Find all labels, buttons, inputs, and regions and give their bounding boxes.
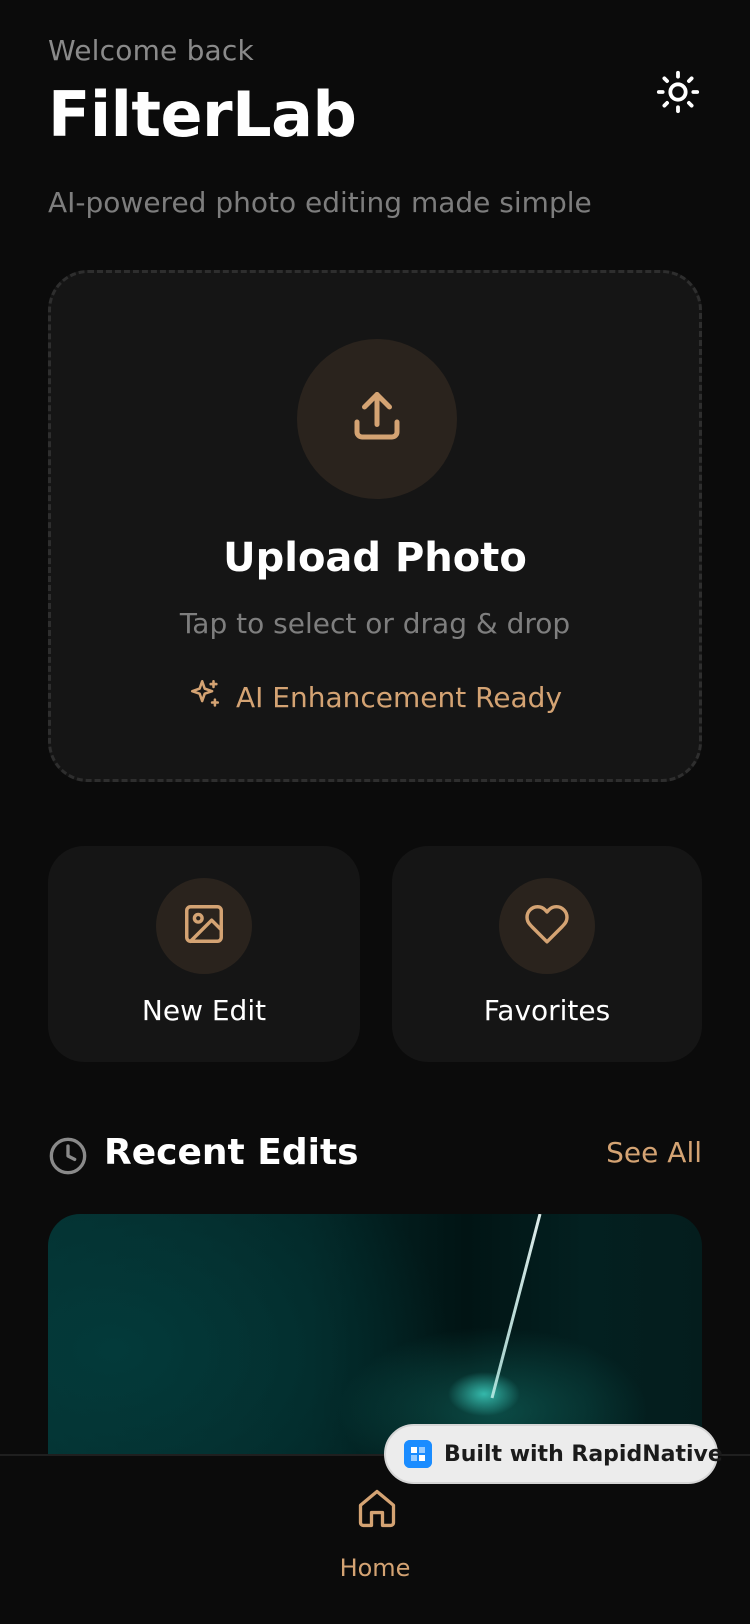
sparkles-icon [188,677,222,718]
sun-icon [655,69,701,119]
rapidnative-logo-icon [404,1440,432,1468]
see-all-link[interactable]: See All [606,1136,702,1169]
nav-home-label: Home [339,1554,411,1582]
app-screen: Welcome back FilterLab AI-powered photo … [0,0,750,1624]
upload-subtitle: Tap to select or drag & drop [179,607,571,640]
new-edit-icon-circle [156,878,252,974]
heart-icon [524,901,570,951]
favorites-label: Favorites [483,994,611,1027]
welcome-text: Welcome back [48,34,254,67]
home-icon [355,1486,396,1528]
theme-toggle-button[interactable] [652,68,704,120]
recent-edits-header: Recent Edits See All [48,1130,702,1182]
new-edit-button[interactable]: New Edit [48,846,360,1062]
ai-enhancement-label: AI Enhancement Ready [235,681,563,714]
upload-icon-circle [297,339,457,499]
favorites-icon-circle [499,878,595,974]
upload-photo-card[interactable]: Upload Photo Tap to select or drag & dro… [48,270,702,782]
image-icon [181,901,227,951]
app-title: FilterLab [48,78,357,151]
nav-home-tab[interactable]: Home [325,1486,425,1596]
recent-edits-title: Recent Edits [104,1132,359,1173]
built-with-badge[interactable]: Built with RapidNative [384,1424,723,1484]
clock-icon [48,1136,88,1176]
tagline: AI-powered photo editing made simple [48,186,592,219]
upload-title: Upload Photo [223,535,527,581]
upload-icon [347,387,407,451]
favorites-button[interactable]: Favorites [392,846,702,1062]
built-with-text: Built with RapidNative [444,1441,723,1467]
new-edit-label: New Edit [141,994,267,1027]
ai-enhancement-status: AI Enhancement Ready [51,677,699,718]
